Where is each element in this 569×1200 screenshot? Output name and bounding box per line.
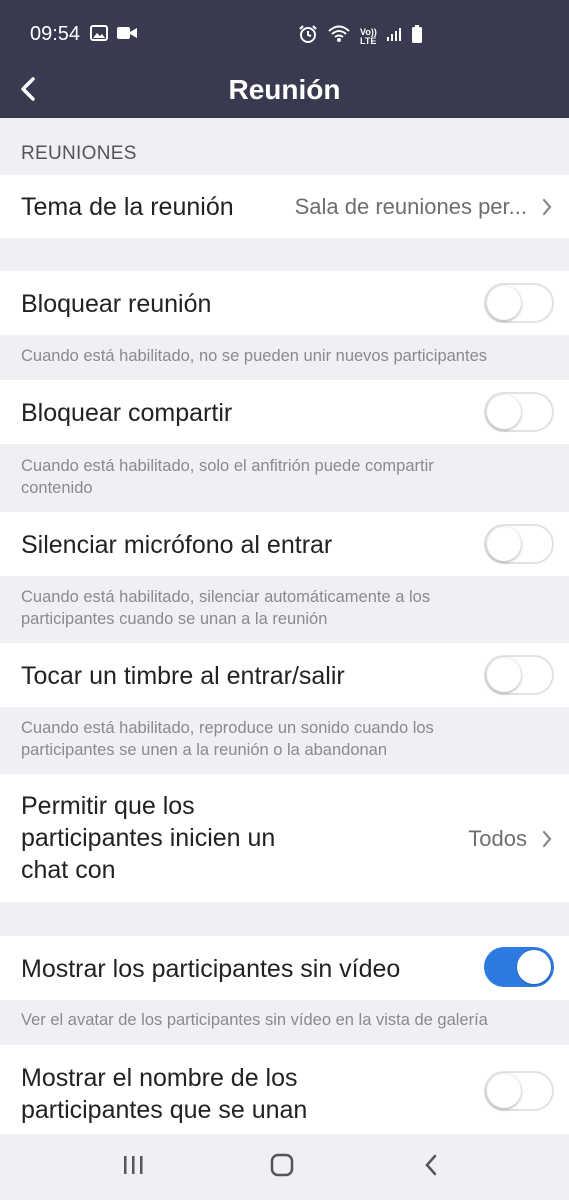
recent-apps-icon [121,1154,145,1181]
label-line: Mostrar el nombre de los [21,1064,298,1092]
toggle-knob [487,395,521,429]
chime-toggle[interactable] [484,655,554,695]
show-no-video-description: Ver el avatar de los participantes sin v… [21,1011,488,1029]
signal-icon [386,26,402,47]
description-line: participantes se unen a la reunión o la … [21,741,388,759]
show-join-names-toggle[interactable] [484,1071,554,1111]
lock-meeting-toggle[interactable] [484,283,554,323]
chime-label: Tocar un timbre al entrar/salir [21,662,345,690]
home-icon [269,1152,295,1183]
status-bar: 09:54 Vo)) LTE [0,0,569,64]
label-line: chat con [21,856,116,884]
description-line: contenido [21,479,93,497]
lock-sharing-description: Cuando está habilitado, solo el anfitrió… [21,455,551,499]
wifi-icon [327,24,351,49]
show-join-names-row: Mostrar el nombre de los participantes q… [0,1045,569,1134]
mute-on-entry-description: Cuando está habilitado, silenciar automá… [21,586,551,630]
volte-icon: Vo)) LTE [360,27,377,46]
home-button[interactable] [262,1152,302,1182]
lock-sharing-row: Bloquear compartir [0,380,569,444]
image-icon [90,25,108,46]
mute-on-entry-toggle[interactable] [484,524,554,564]
navigation-bar: Reunión [0,64,569,118]
lock-sharing-label: Bloquear compartir [21,399,233,427]
toggle-knob [487,527,521,561]
description-line: Cuando está habilitado, solo el anfitrió… [21,457,434,475]
chime-row: Tocar un timbre al entrar/salir [0,643,569,707]
chevron-right-icon [539,196,555,218]
page-title: Reunión [228,74,341,105]
status-time: 09:54 [30,23,81,45]
chat-permission-label: Permitir que los participantes inicien u… [21,790,275,886]
chat-permission-value: Todos [468,826,527,851]
chime-description: Cuando está habilitado, reproduce un son… [21,717,551,761]
battery-icon [411,24,423,49]
chevron-right-icon [539,828,555,850]
show-no-video-row: Mostrar los participantes sin vídeo [0,936,569,1000]
label-line: Permitir que los [21,792,195,820]
alarm-icon [298,24,318,49]
meeting-topic-row[interactable]: Tema de la reunión Sala de reuniones per… [0,175,569,238]
toggle-knob [487,1074,521,1108]
mute-on-entry-row: Silenciar micrófono al entrar [0,512,569,576]
label-line: participantes que se unan [21,1096,308,1124]
video-camera-icon [116,25,138,46]
lock-meeting-row: Bloquear reunión [0,271,569,335]
show-join-names-label: Mostrar el nombre de los participantes q… [21,1062,307,1126]
description-line: participantes cuando se unan a la reunió… [21,610,328,628]
lock-meeting-label: Bloquear reunión [21,290,212,318]
toggle-knob [487,658,521,692]
show-no-video-toggle[interactable] [484,947,554,987]
toggle-knob [487,286,521,320]
meeting-topic-value: Sala de reuniones per... [294,194,527,219]
system-navigation-bar [0,1134,569,1200]
system-back-button[interactable] [411,1152,451,1182]
back-icon [422,1153,440,1182]
lock-sharing-toggle[interactable] [484,392,554,432]
volte-bottom: LTE [360,35,377,46]
meeting-topic-label: Tema de la reunión [21,193,234,221]
lock-meeting-description: Cuando está habilitado, no se pueden uni… [21,347,487,365]
mute-on-entry-label: Silenciar micrófono al entrar [21,531,333,559]
toggle-knob [517,950,551,984]
chat-permission-row[interactable]: Permitir que los participantes inicien u… [0,774,569,902]
recent-apps-button[interactable] [113,1152,153,1182]
description-line: Cuando está habilitado, silenciar automá… [21,588,431,606]
label-line: participantes inicien un [21,824,276,852]
show-no-video-label: Mostrar los participantes sin vídeo [21,955,401,983]
section-header: REUNIONES [21,143,137,164]
description-line: Cuando está habilitado, reproduce un son… [21,719,434,737]
